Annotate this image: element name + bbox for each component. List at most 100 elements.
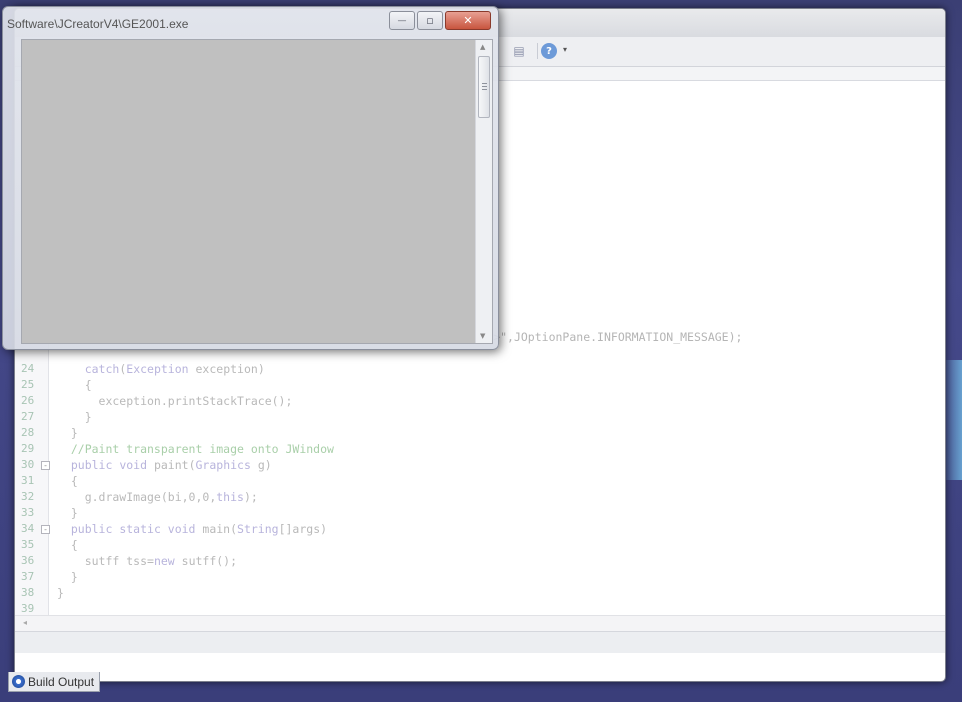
line-number: 24 (21, 362, 35, 375)
code-token: } (57, 570, 78, 584)
code-token: String (237, 522, 279, 536)
scroll-up-icon[interactable]: ▲ (480, 43, 485, 51)
code-token: Exception (126, 362, 189, 376)
line-number: 36 (21, 554, 35, 567)
code-line[interactable]: 26 exception.printStackTrace(); (15, 393, 945, 409)
maximize-icon: ▫ (426, 14, 434, 27)
code-text: public static void main(String[]args) (57, 521, 327, 537)
code-token: sutff(); (174, 554, 238, 568)
code-token: } (57, 410, 92, 424)
code-line[interactable]: 31 { (15, 473, 945, 489)
code-line[interactable]: 30- public void paint(Graphics g) (15, 457, 945, 473)
line-number: 30 (21, 458, 35, 471)
scrollbar-thumb[interactable] (478, 56, 490, 118)
toolbar-more-button[interactable]: ▾ (563, 45, 567, 54)
scroll-down-icon[interactable]: ▼ (480, 332, 485, 340)
line-number: 31 (21, 474, 35, 487)
code-line[interactable]: 27 } (15, 409, 945, 425)
program-window[interactable]: Software\JCreatorV4\GE2001.exe — ▫ ✕ ▲ ▼ (2, 6, 499, 350)
code-text: exception.printStackTrace(); (57, 393, 293, 409)
code-token: this (216, 490, 244, 504)
code-text: } (57, 409, 92, 425)
maximize-button[interactable]: ▫ (417, 11, 443, 30)
code-token: //Paint transparent image onto JWindow (57, 442, 334, 456)
code-token: { (57, 378, 92, 392)
help-icon: ? (541, 43, 557, 59)
code-text: public void paint(Graphics g) (57, 457, 272, 473)
code-line[interactable]: 33 } (15, 505, 945, 521)
scroll-left-icon[interactable]: ◂ (23, 618, 27, 627)
code-text: } (57, 425, 78, 441)
code-line[interactable]: 28 } (15, 425, 945, 441)
code-token: sutff tss= (57, 554, 154, 568)
code-line[interactable]: 34- public static void main(String[]args… (15, 521, 945, 537)
code-token: { (57, 538, 78, 552)
line-number: 28 (21, 426, 35, 439)
fold-toggle-icon[interactable]: - (41, 525, 50, 534)
gear-icon (12, 675, 25, 688)
code-line[interactable]: 36 sutff tss=new sutff(); (15, 553, 945, 569)
code-text: } (57, 585, 64, 601)
code-text: { (57, 537, 78, 553)
code-line[interactable]: 35 { (15, 537, 945, 553)
fold-toggle-icon[interactable]: - (41, 461, 50, 470)
line-number: 26 (21, 394, 35, 407)
line-number: 34 (21, 522, 35, 535)
close-icon: ✕ (463, 14, 473, 27)
code-line[interactable]: 38} (15, 585, 945, 601)
code-token: public static void (70, 522, 196, 536)
code-token: } (57, 586, 64, 600)
code-token: catch (84, 362, 120, 376)
program-client-area[interactable]: ▲ ▼ (21, 39, 493, 344)
code-text: catch(Exception exception) (57, 361, 265, 377)
toolbar-window-icon[interactable]: ▤ (509, 41, 529, 61)
code-token: main( (195, 522, 238, 536)
code-token: Graphics (195, 458, 251, 472)
code-text: //Paint transparent image onto JWindow (57, 441, 334, 457)
code-token: g.drawImage(bi,0,0, (57, 490, 217, 504)
code-token: exception.printStackTrace(); (57, 394, 293, 408)
code-line[interactable]: 24 catch(Exception exception) (15, 361, 945, 377)
line-number: 35 (21, 538, 35, 551)
horizontal-scrollbar[interactable]: ◂ (15, 615, 945, 631)
code-token: g) (250, 458, 272, 472)
line-number: 27 (21, 410, 35, 423)
code-line[interactable]: 25 { (15, 377, 945, 393)
code-text: sutff tss=new sutff(); (57, 553, 237, 569)
code-token: } (57, 506, 78, 520)
code-token: exception) (188, 362, 265, 376)
toolbar-help-button[interactable]: ? (539, 41, 559, 61)
code-line[interactable]: 29 //Paint transparent image onto JWindo… (15, 441, 945, 457)
code-token: new (153, 554, 175, 568)
vertical-scrollbar[interactable]: ▲ ▼ (475, 40, 492, 343)
line-number: 38 (21, 586, 35, 599)
line-number: 25 (21, 378, 35, 391)
minimize-button[interactable]: — (389, 11, 415, 30)
minimize-icon: — (397, 15, 407, 26)
code-token: ); (243, 490, 258, 504)
toolbar-separator (537, 43, 538, 59)
code-text: { (57, 377, 92, 393)
code-text: { (57, 473, 78, 489)
code-token: public void (70, 458, 148, 472)
code-line[interactable]: 32 g.drawImage(bi,0,0,this); (15, 489, 945, 505)
code-token: { (57, 474, 78, 488)
status-bar (15, 631, 945, 653)
line-number: 33 (21, 506, 35, 519)
code-text: g.drawImage(bi,0,0,this); (57, 489, 258, 505)
line-number: 29 (21, 442, 35, 455)
build-output-label: Build Output (28, 674, 95, 689)
close-button[interactable]: ✕ (445, 11, 491, 30)
code-line[interactable]: 37 } (15, 569, 945, 585)
code-text: } (57, 569, 78, 585)
build-output-tab[interactable]: Build Output (8, 672, 100, 692)
window-title: Software\JCreatorV4\GE2001.exe (7, 17, 189, 31)
line-number: 37 (21, 570, 35, 583)
line-number: 32 (21, 490, 35, 503)
code-token: paint( (147, 458, 196, 472)
code-token: []args) (278, 522, 328, 536)
code-token: } (57, 426, 78, 440)
